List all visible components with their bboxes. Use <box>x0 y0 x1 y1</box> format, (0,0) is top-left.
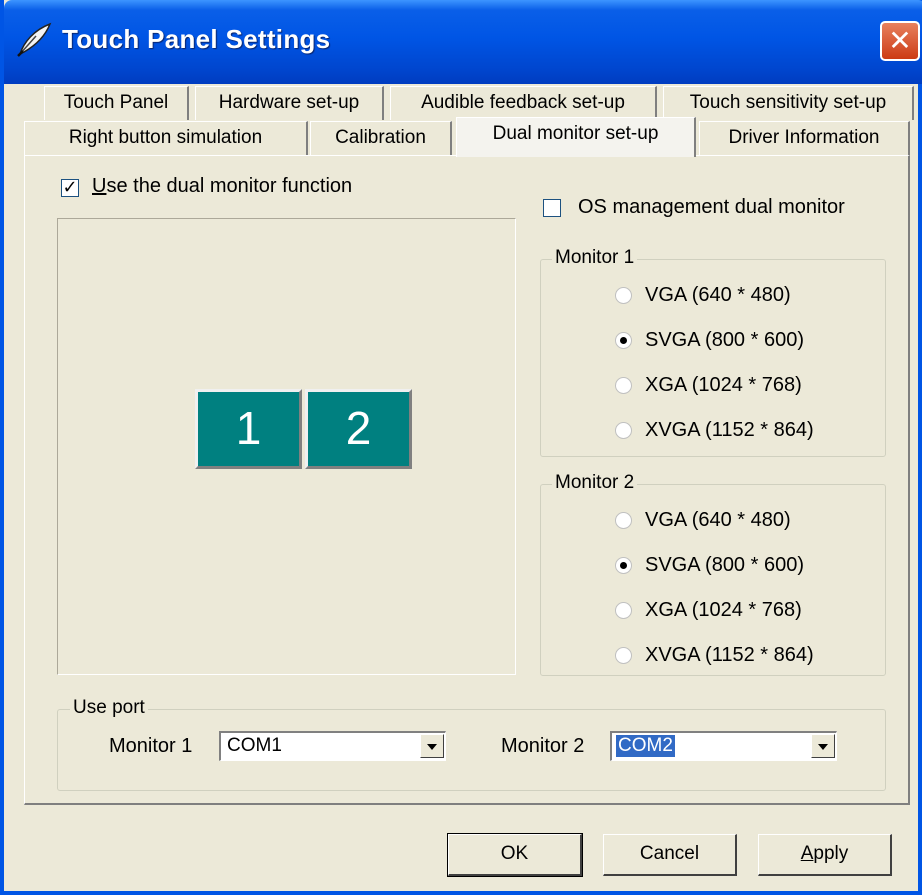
cancel-button[interactable]: Cancel <box>603 834 737 876</box>
monitor2-option-label[interactable]: SVGA (800 * 600) <box>645 554 804 577</box>
close-icon: ✕ <box>888 24 912 57</box>
monitor1-radio-vga[interactable] <box>615 287 632 304</box>
quill-pen-icon <box>14 20 54 60</box>
apply-button-label: Apply <box>800 843 849 864</box>
monitor2-option-label[interactable]: XVGA (1152 * 864) <box>645 644 814 667</box>
title-bar[interactable]: Touch Panel Settings ✕ <box>4 0 922 84</box>
port-monitor1-label: Monitor 1 <box>109 735 193 757</box>
tab-label: Driver Information <box>728 127 880 148</box>
tab-touch-sensitivity-setup[interactable]: Touch sensitivity set-up <box>663 86 914 120</box>
radio-selected-dot <box>620 337 627 344</box>
monitor1-radio-xvga[interactable] <box>615 422 632 439</box>
tab-label: Touch Panel <box>63 92 169 113</box>
tab-driver-information[interactable]: Driver Information <box>699 121 910 155</box>
monitor1-radio-xga[interactable] <box>615 377 632 394</box>
chevron-down-icon[interactable] <box>420 734 444 758</box>
close-button[interactable]: ✕ <box>880 21 920 61</box>
chevron-down-icon[interactable] <box>811 734 835 758</box>
port-monitor2-select[interactable]: COM2 <box>610 731 837 761</box>
tab-label: Audible feedback set-up <box>421 92 625 113</box>
apply-button[interactable]: Apply <box>758 834 892 876</box>
tab-label: Dual monitor set-up <box>492 123 659 144</box>
monitor1-group-title: Monitor 1 <box>552 247 638 269</box>
monitor2-radio-vga[interactable] <box>615 512 632 529</box>
select-value: COM2 <box>616 735 675 757</box>
monitor1-option-label[interactable]: VGA (640 * 480) <box>645 284 791 307</box>
monitor-tile-1[interactable]: 1 <box>195 389 302 469</box>
check-icon: ✓ <box>62 177 78 198</box>
tab-label: Calibration <box>335 127 426 148</box>
monitor1-option-label[interactable]: XGA (1024 * 768) <box>645 374 802 397</box>
cancel-button-label: Cancel <box>639 843 700 864</box>
monitor2-option-label[interactable]: XGA (1024 * 768) <box>645 599 802 622</box>
tab-calibration[interactable]: Calibration <box>310 121 452 155</box>
tab-right-button-simulation[interactable]: Right button simulation <box>24 121 308 155</box>
port-monitor2-label: Monitor 2 <box>501 735 585 757</box>
tab-label: Hardware set-up <box>218 92 360 113</box>
monitor1-option-label[interactable]: XVGA (1152 * 864) <box>645 419 814 442</box>
monitor2-radio-xvga[interactable] <box>615 647 632 664</box>
tab-audible-feedback-setup[interactable]: Audible feedback set-up <box>390 86 657 120</box>
monitor1-option-label[interactable]: SVGA (800 * 600) <box>645 329 804 352</box>
dialog-window: Touch Panel Settings ✕ Touch Panel Hardw… <box>0 0 922 895</box>
use-dual-monitor-checkbox[interactable]: ✓ <box>61 177 79 198</box>
tab-hardware-setup[interactable]: Hardware set-up <box>195 86 384 120</box>
os-management-checkbox[interactable] <box>543 199 561 217</box>
monitor2-option-label[interactable]: VGA (640 * 480) <box>645 509 791 532</box>
tab-label: Right button simulation <box>68 127 263 148</box>
tab-dual-monitor-setup[interactable]: Dual monitor set-up <box>456 117 696 157</box>
tab-touch-panel[interactable]: Touch Panel <box>44 86 189 120</box>
os-management-label[interactable]: OS management dual monitor <box>578 196 845 219</box>
use-dual-monitor-label[interactable]: Use the dual monitor function <box>92 175 352 198</box>
monitor2-radio-xga[interactable] <box>615 602 632 619</box>
select-value: COM1 <box>227 735 282 756</box>
port-monitor1-select[interactable]: COM1 <box>219 731 446 761</box>
use-port-group-title: Use port <box>70 697 148 719</box>
window-title: Touch Panel Settings <box>62 24 331 54</box>
tab-label: Touch sensitivity set-up <box>689 92 887 113</box>
monitor2-radio-svga[interactable] <box>615 557 632 574</box>
monitor1-radio-svga[interactable] <box>615 332 632 349</box>
radio-selected-dot <box>620 562 627 569</box>
monitor2-group-title: Monitor 2 <box>552 472 638 494</box>
monitor-tile-2[interactable]: 2 <box>305 389 412 469</box>
ok-button[interactable]: OK <box>447 833 583 877</box>
ok-button-label: OK <box>500 843 529 864</box>
